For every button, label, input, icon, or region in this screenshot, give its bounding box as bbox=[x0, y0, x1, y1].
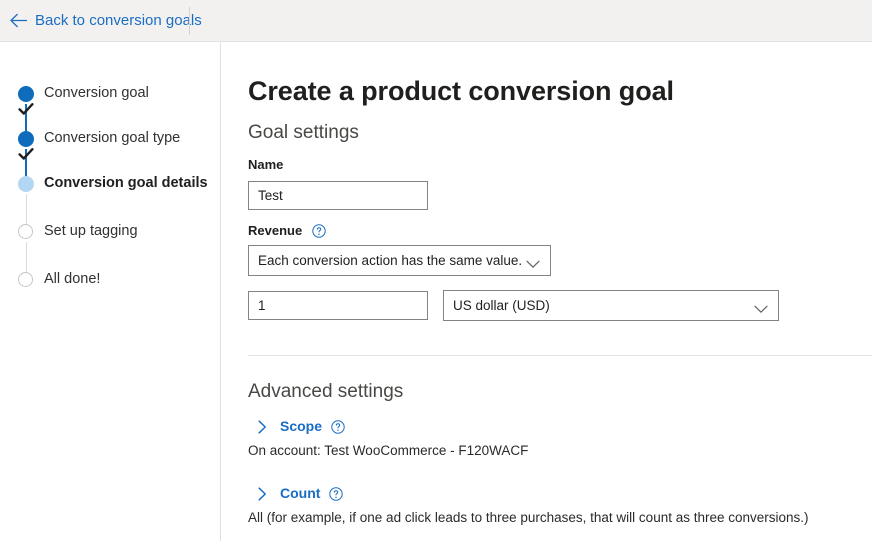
help-circle-icon[interactable] bbox=[329, 486, 344, 501]
chevron-down-icon bbox=[526, 256, 540, 268]
scope-expander[interactable]: Scope bbox=[257, 417, 345, 436]
step-label: Set up tagging bbox=[44, 223, 138, 239]
sidebar-step-set-up-tagging[interactable]: Set up tagging bbox=[18, 222, 138, 242]
revenue-label-row: Revenue bbox=[248, 222, 326, 239]
chevron-right-icon bbox=[257, 419, 269, 434]
header-vertical-divider bbox=[189, 7, 190, 35]
progress-stepper: Conversion goal Conversion goal type Con… bbox=[0, 42, 220, 541]
page-title: Create a product conversion goal bbox=[248, 76, 674, 106]
name-label: Name bbox=[248, 157, 284, 172]
back-to-conversion-goals-link[interactable]: Back to conversion goals bbox=[10, 0, 212, 41]
sidebar-step-conversion-goal-type[interactable]: Conversion goal type bbox=[18, 129, 181, 160]
goal-settings-heading: Goal settings bbox=[248, 122, 359, 143]
top-header-bar: Back to conversion goals bbox=[0, 0, 872, 42]
count-expander[interactable]: Count bbox=[257, 484, 344, 503]
step-label: Conversion goal details bbox=[44, 175, 208, 191]
step-label: All done! bbox=[44, 271, 101, 287]
scope-label: Scope bbox=[280, 418, 323, 434]
count-description: All (for example, if one ad click leads … bbox=[248, 510, 809, 525]
revenue-select-value: Each conversion action has the same valu… bbox=[258, 252, 523, 268]
advanced-settings-heading: Advanced settings bbox=[248, 381, 404, 402]
step-marker-pending-icon bbox=[18, 224, 34, 240]
back-link-label: Back to conversion goals bbox=[35, 11, 202, 29]
revenue-type-select[interactable]: Each conversion action has the same valu… bbox=[248, 245, 551, 276]
step-marker-current-icon bbox=[18, 176, 34, 192]
currency-select[interactable]: US dollar (USD) bbox=[443, 290, 779, 321]
scope-description: On account: Test WooCommerce - F120WACF bbox=[248, 443, 529, 458]
chevron-down-icon bbox=[754, 301, 768, 313]
count-label: Count bbox=[280, 485, 321, 501]
sidebar-step-conversion-goal-details[interactable]: Conversion goal details bbox=[18, 174, 208, 194]
currency-select-value: US dollar (USD) bbox=[453, 297, 550, 313]
main-content-panel: Create a product conversion goal Goal se… bbox=[221, 42, 872, 541]
arrow-left-icon bbox=[10, 13, 28, 28]
name-input[interactable] bbox=[248, 181, 428, 210]
step-marker-completed-icon bbox=[18, 131, 34, 160]
chevron-right-icon bbox=[257, 486, 269, 501]
help-circle-icon[interactable] bbox=[331, 419, 345, 434]
sidebar-step-all-done[interactable]: All done! bbox=[18, 270, 100, 290]
section-divider bbox=[248, 355, 872, 356]
help-circle-icon[interactable] bbox=[312, 223, 326, 238]
step-marker-pending-icon bbox=[18, 272, 34, 288]
step-marker-completed-icon bbox=[18, 86, 34, 115]
sidebar-step-conversion-goal[interactable]: Conversion goal bbox=[18, 84, 149, 115]
revenue-label: Revenue bbox=[248, 223, 303, 238]
step-label: Conversion goal bbox=[44, 85, 149, 101]
step-label: Conversion goal type bbox=[44, 130, 181, 146]
conversion-value-input[interactable] bbox=[248, 291, 428, 320]
